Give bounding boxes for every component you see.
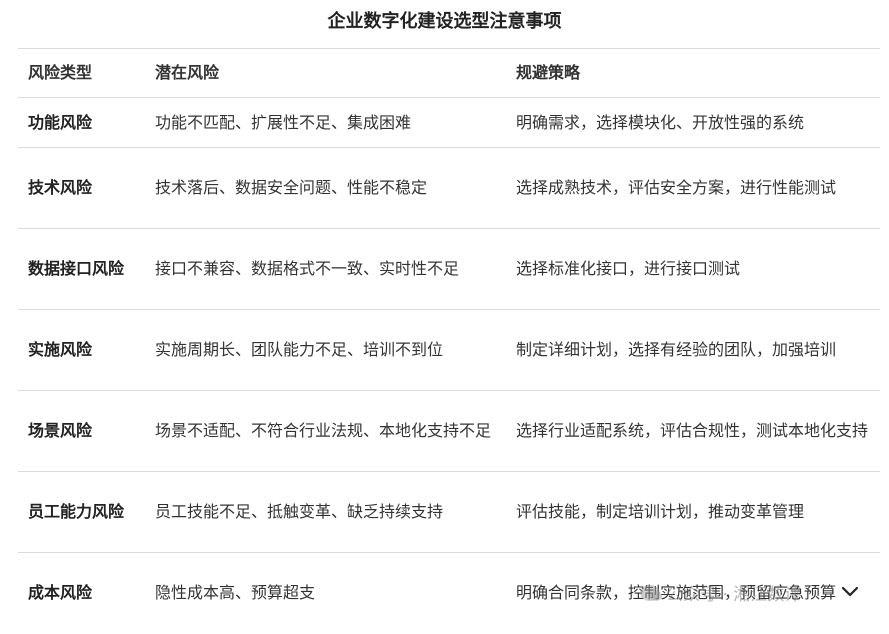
risk-table: 风险类型 潜在风险 规避策略 功能风险 功能不匹配、扩展性不足、集成困难 明确需… (18, 48, 880, 634)
risk-cell: 接口不兼容、数据格式不一致、实时性不足 (145, 228, 506, 310)
header-mitigation-strategy: 规避策略 (506, 48, 880, 98)
risk-cell: 功能不匹配、扩展性不足、集成困难 (145, 97, 506, 148)
table-header-row: 风险类型 潜在风险 规避策略 (18, 48, 880, 98)
risk-cell: 场景不适配、不符合行业法规、本地化支持不足 (145, 390, 506, 472)
risk-type-cell: 功能风险 (18, 97, 145, 148)
scroll-down-button[interactable] (838, 580, 862, 604)
risk-cell: 员工技能不足、抵触变革、缺乏持续支持 (145, 471, 506, 553)
risk-cell: 技术落后、数据安全问题、性能不稳定 (145, 147, 506, 229)
table-row: 实施风险 实施周期长、团队能力不足、培训不到位 制定详细计划，选择有经验的团队，… (18, 309, 880, 391)
risk-type-cell: 成本风险 (18, 552, 145, 634)
strategy-cell: 选择成熟技术，评估安全方案，进行性能测试 (506, 147, 880, 229)
chevron-down-icon (841, 586, 859, 597)
risk-cell: 隐性成本高、预算超支 (145, 552, 506, 634)
risk-type-cell: 实施风险 (18, 309, 145, 391)
header-potential-risk: 潜在风险 (145, 48, 506, 98)
risk-type-cell: 数据接口风险 (18, 228, 145, 310)
strategy-cell: 制定详细计划，选择有经验的团队，加强培训 (506, 309, 880, 391)
header-risk-type: 风险类型 (18, 48, 145, 98)
page-title: 企业数字化建设选型注意事项 (327, 11, 562, 32)
risk-type-cell: 技术风险 (18, 147, 145, 229)
table-row: 员工能力风险 员工技能不足、抵触变革、缺乏持续支持 评估技能，制定培训计划，推动… (18, 471, 880, 553)
strategy-cell: 明确合同条款，控制实施范围，预留应急预算 (506, 552, 880, 634)
strategy-cell: 选择标准化接口，进行接口测试 (506, 228, 880, 310)
risk-cell: 实施周期长、团队能力不足、培训不到位 (145, 309, 506, 391)
strategy-cell: 明确需求，选择模块化、开放性强的系统 (506, 97, 880, 148)
strategy-cell: 评估技能，制定培训计划，推动变革管理 (506, 471, 880, 553)
risk-type-cell: 员工能力风险 (18, 471, 145, 553)
table-row: 功能风险 功能不匹配、扩展性不足、集成困难 明确需求，选择模块化、开放性强的系统 (18, 97, 880, 148)
table-row: 场景风险 场景不适配、不符合行业法规、本地化支持不足 选择行业适配系统，评估合规… (18, 390, 880, 472)
table-row: 技术风险 技术落后、数据安全问题、性能不稳定 选择成熟技术，评估安全方案，进行性… (18, 147, 880, 229)
strategy-cell: 选择行业适配系统，评估合规性，测试本地化支持 (506, 390, 880, 472)
risk-type-cell: 场景风险 (18, 390, 145, 472)
table-row: 成本风险 隐性成本高、预算超支 明确合同条款，控制实施范围，预留应急预算 (18, 552, 880, 634)
table-row: 数据接口风险 接口不兼容、数据格式不一致、实时性不足 选择标准化接口，进行接口测… (18, 228, 880, 310)
